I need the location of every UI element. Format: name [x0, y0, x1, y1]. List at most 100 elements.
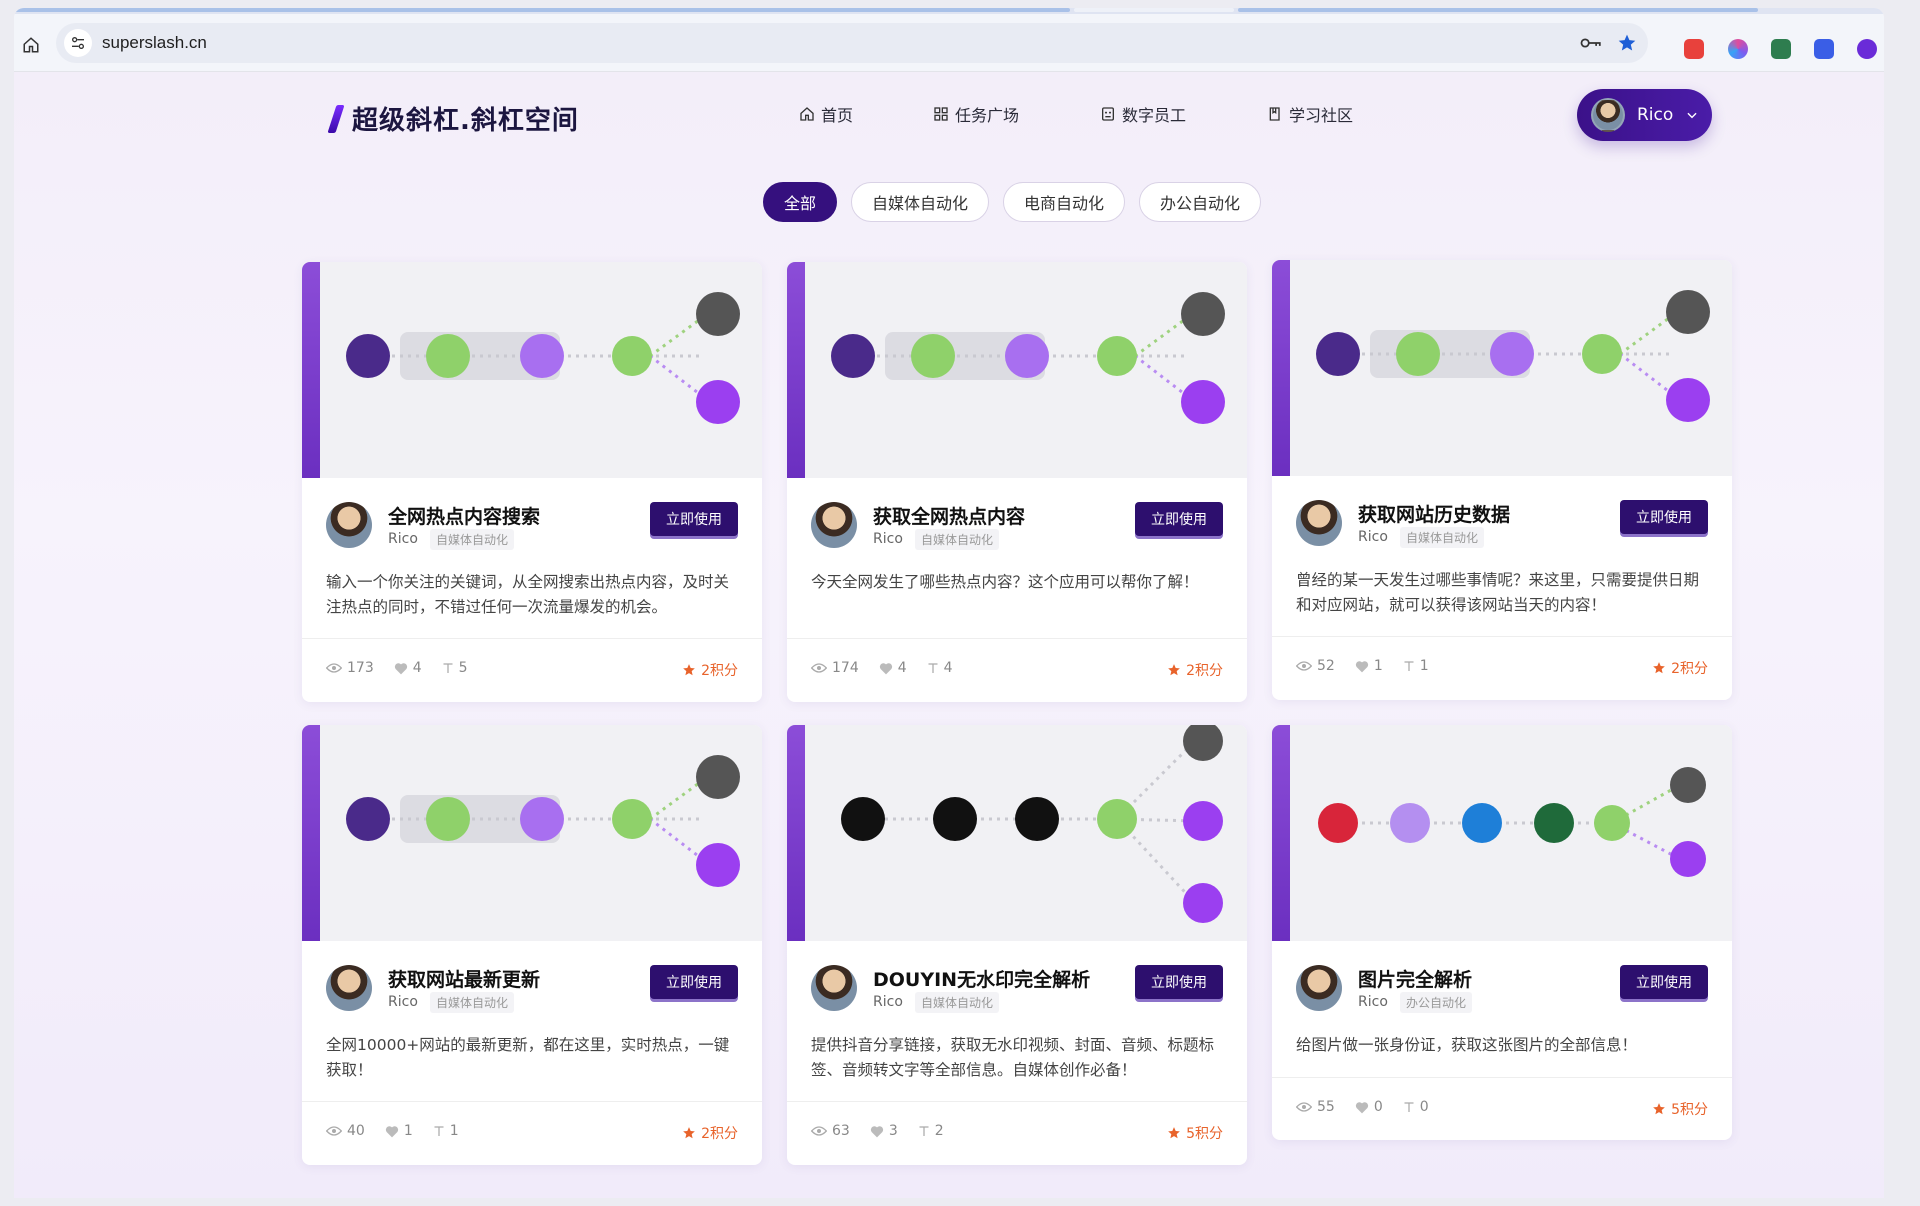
category-filters: 全部 自媒体自动化 电商自动化 办公自动化: [763, 182, 1262, 222]
use-count: 1: [1419, 658, 1429, 674]
star-icon: [1618, 34, 1636, 51]
user-name: Rico: [1637, 105, 1674, 125]
like-count: 4: [897, 660, 907, 676]
filter-self-media[interactable]: 自媒体自动化: [851, 182, 990, 222]
use-now-button[interactable]: 立即使用: [650, 965, 738, 999]
author-avatar: [326, 965, 372, 1011]
extension-red-icon[interactable]: [1684, 39, 1704, 59]
card-category-tag: 自媒体自动化: [430, 992, 515, 1013]
card-title: 获取网站最新更新: [388, 969, 541, 991]
app-card[interactable]: 获取网站历史数据 Rico 自媒体自动化 立即使用 曾经的某一天发生过哪些事情呢…: [1272, 260, 1732, 700]
card-points: 5积分: [1167, 1123, 1223, 1143]
app-card[interactable]: 全网热点内容搜索 Rico 自媒体自动化 立即使用 输入一个你关注的关键词，从全…: [302, 262, 762, 702]
extension-download-icon[interactable]: [1771, 39, 1791, 59]
filter-all[interactable]: 全部: [763, 182, 838, 222]
nav-digital-staff[interactable]: 数字员工: [1100, 102, 1186, 126]
heart-icon: [879, 662, 892, 674]
view-count: 52: [1317, 658, 1335, 674]
address-bar[interactable]: superslash.cn: [56, 23, 1648, 63]
password-key-button[interactable]: [1580, 32, 1602, 54]
app-card[interactable]: 图片完全解析 Rico 办公自动化 立即使用 给图片做一张身份证，获取这张图片的…: [1272, 725, 1732, 1140]
use-count: 5: [458, 660, 468, 676]
app-card[interactable]: 获取网站最新更新 Rico 自媒体自动化 立即使用 全网10000+网站的最新更…: [302, 725, 762, 1165]
eye-icon: [326, 663, 342, 673]
use-now-button[interactable]: 立即使用: [1620, 965, 1708, 999]
bookmark-star-button[interactable]: [1616, 32, 1638, 54]
author-avatar: [811, 502, 857, 548]
like-count: 3: [888, 1123, 898, 1139]
heart-icon: [1355, 1101, 1368, 1113]
browser-home-button[interactable]: [16, 30, 46, 60]
extension-blue-icon[interactable]: [1814, 39, 1834, 59]
card-points: 5积分: [1652, 1099, 1708, 1119]
card-category-tag: 自媒体自动化: [430, 529, 515, 550]
filter-office[interactable]: 办公自动化: [1139, 182, 1262, 222]
card-stats: 40 1 1: [326, 1123, 479, 1139]
user-menu-button[interactable]: Rico: [1577, 89, 1712, 141]
use-now-button[interactable]: 立即使用: [650, 502, 738, 536]
card-points: 2积分: [1652, 658, 1708, 678]
use-now-button[interactable]: 立即使用: [1135, 502, 1223, 536]
like-count: 1: [1373, 658, 1383, 674]
star-icon: [1168, 1127, 1180, 1139]
author-avatar: [1296, 500, 1342, 546]
star-icon: [683, 664, 695, 676]
card-category-tag: 自媒体自动化: [915, 992, 1000, 1013]
card-points: 2积分: [682, 660, 738, 680]
use-count: 0: [1419, 1099, 1429, 1115]
card-title: 获取全网热点内容: [873, 506, 1026, 528]
site-logo[interactable]: 超级斜杠.斜杠空间: [327, 100, 579, 137]
extension-purple-icon[interactable]: [1857, 39, 1877, 59]
browser-window: superslash.cn 超级斜杠.斜杠空间 首页 任务广场 数字员工 学习社…: [14, 8, 1884, 1198]
card-author: Rico: [1358, 529, 1388, 545]
nav-task-square[interactable]: 任务广场: [933, 102, 1019, 126]
card-stats: 173 4 5: [326, 660, 488, 676]
use-now-button[interactable]: 立即使用: [1620, 500, 1708, 534]
card-description: 曾经的某一天发生过哪些事情呢？来这里，只需要提供日期和对应网站，就可以获得该网站…: [1296, 571, 1700, 614]
like-count: 4: [412, 660, 422, 676]
star-icon: [1653, 662, 1665, 674]
heart-icon: [385, 1125, 398, 1137]
points-value: 5积分: [1671, 1102, 1708, 1118]
nav-home[interactable]: 首页: [799, 102, 853, 126]
use-now-button[interactable]: 立即使用: [1135, 965, 1223, 999]
workflow-thumbnail: [787, 725, 1247, 941]
card-stats: 52 1 1: [1296, 658, 1449, 674]
card-stats: 174 4 4: [811, 660, 973, 676]
app-card[interactable]: 获取全网热点内容 Rico 自媒体自动化 立即使用 今天全网发生了哪些热点内容？…: [787, 262, 1247, 702]
app-card[interactable]: DOUYIN无水印完全解析 Rico 自媒体自动化 立即使用 提供抖音分享链接，…: [787, 725, 1247, 1165]
use-count: 1: [449, 1123, 459, 1139]
eye-icon: [811, 663, 827, 673]
workflow-thumbnail: [1272, 260, 1732, 476]
card-points: 2积分: [682, 1123, 738, 1143]
eye-icon: [326, 1126, 342, 1136]
use-count: 4: [943, 660, 953, 676]
heart-icon: [870, 1125, 883, 1137]
url-text: superslash.cn: [102, 33, 207, 52]
logo-text: 超级斜杠.斜杠空间: [352, 106, 579, 136]
eye-icon: [811, 1126, 827, 1136]
site-header: 超级斜杠.斜杠空间 首页 任务广场 数字员工 学习社区 Rico: [14, 72, 1884, 164]
eye-icon: [1296, 661, 1312, 671]
card-description: 今天全网发生了哪些热点内容？这个应用可以帮你了解！: [811, 573, 1199, 591]
site-info-button[interactable]: [64, 29, 92, 57]
card-author: Rico: [388, 531, 418, 547]
card-category-tag: 自媒体自动化: [1400, 527, 1485, 548]
chevron-down-icon: [1687, 112, 1697, 119]
card-author: Rico: [873, 994, 903, 1010]
text-icon: [928, 663, 938, 673]
workflow-thumbnail: [302, 262, 762, 478]
author-avatar: [1296, 965, 1342, 1011]
logo-slash-icon: [327, 104, 345, 133]
card-title: 获取网站历史数据: [1358, 504, 1511, 526]
robot-icon: [1102, 107, 1114, 121]
filter-ecommerce[interactable]: 电商自动化: [1003, 182, 1126, 222]
view-count: 173: [347, 660, 374, 676]
card-points: 2积分: [1167, 660, 1223, 680]
book-icon: [1269, 107, 1280, 121]
extension-color-icon[interactable]: [1728, 39, 1748, 59]
nav-learning-community[interactable]: 学习社区: [1267, 102, 1353, 126]
card-title: 图片完全解析: [1358, 969, 1473, 991]
view-count: 63: [832, 1123, 850, 1139]
star-icon: [1653, 1103, 1665, 1115]
